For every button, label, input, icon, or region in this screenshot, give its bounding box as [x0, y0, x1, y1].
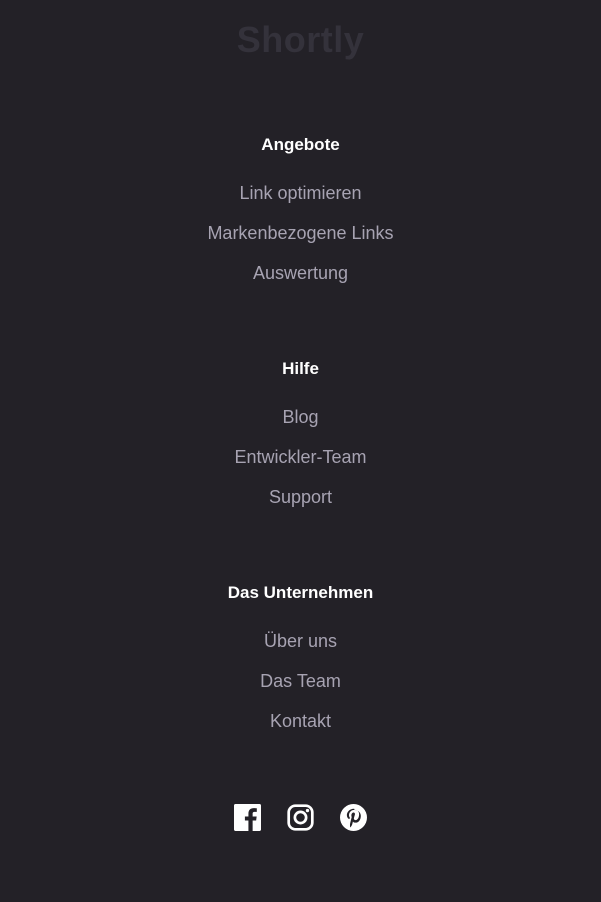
pinterest-icon[interactable]: [340, 804, 367, 831]
footer-link-kontakt[interactable]: Kontakt: [270, 711, 331, 731]
footer-link-das-team[interactable]: Das Team: [260, 671, 341, 691]
section-title: Angebote: [261, 135, 340, 154]
footer-section-angebote: Angebote Link optimieren Markenbezogene …: [0, 133, 601, 301]
link-list: Über uns Das Team Kontakt: [0, 629, 601, 749]
link-list: Link optimieren Markenbezogene Links Aus…: [0, 181, 601, 301]
brand-logo[interactable]: Shortly: [0, 16, 601, 64]
section-title: Das Unternehmen: [227, 583, 374, 602]
social-links: [0, 804, 601, 831]
footer-link-link-optimieren[interactable]: Link optimieren: [239, 183, 361, 203]
link-list: Blog Entwickler-Team Support: [0, 405, 601, 525]
facebook-icon[interactable]: [234, 804, 261, 831]
footer-section-unternehmen: Das Unternehmen Über uns Das Team Kontak…: [0, 581, 601, 749]
footer-link-markenbezogene-links[interactable]: Markenbezogene Links: [207, 223, 393, 243]
site-footer: Shortly Angebote Link optimieren Markenb…: [0, 0, 601, 902]
footer-link-entwickler-team[interactable]: Entwickler-Team: [234, 447, 366, 467]
footer-link-auswertung[interactable]: Auswertung: [253, 263, 348, 283]
section-title: Hilfe: [282, 359, 319, 378]
footer-link-ueber-uns[interactable]: Über uns: [264, 631, 337, 651]
footer-link-blog[interactable]: Blog: [282, 407, 318, 427]
instagram-icon[interactable]: [287, 804, 314, 831]
footer-section-hilfe: Hilfe Blog Entwickler-Team Support: [0, 357, 601, 525]
footer-link-support[interactable]: Support: [269, 487, 332, 507]
